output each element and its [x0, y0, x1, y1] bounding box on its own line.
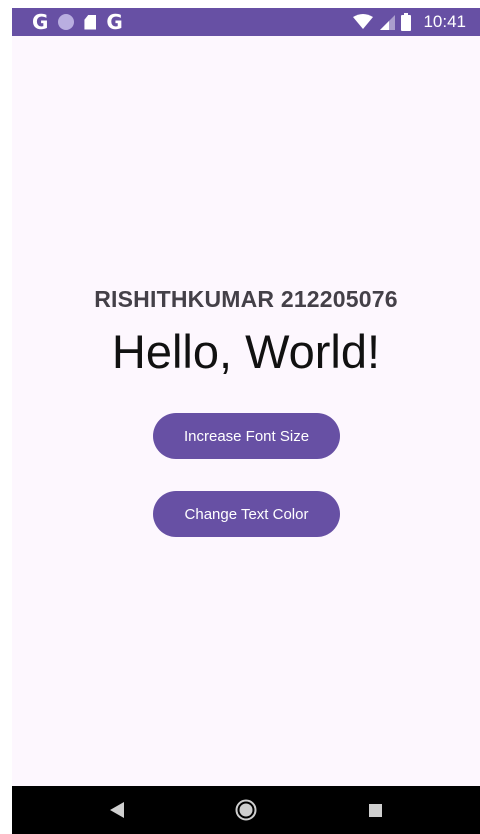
- hello-text: Hello, World!: [111, 325, 381, 378]
- battery-icon: [401, 13, 412, 31]
- circle-icon: [58, 14, 75, 30]
- main-content: RISHITHKUMAR 212205076 Hello, World! Inc…: [12, 36, 480, 786]
- signal-icon: [380, 15, 396, 30]
- change-text-color-button[interactable]: Change Text Color: [153, 491, 340, 537]
- recents-icon[interactable]: [369, 804, 382, 817]
- status-clock: 10:41: [423, 12, 466, 31]
- status-bar: G G 10:41: [12, 8, 480, 36]
- wifi-icon: [353, 14, 374, 29]
- name-label: RISHITHKUMAR 212205076: [94, 286, 398, 312]
- increase-font-size-button[interactable]: Increase Font Size: [153, 413, 340, 459]
- sd-card-icon: [84, 14, 97, 30]
- google-icon: G: [32, 10, 49, 34]
- navigation-bar: [12, 786, 480, 834]
- back-icon[interactable]: [110, 802, 124, 818]
- status-system-icons: 10:41: [353, 8, 466, 36]
- home-icon[interactable]: [235, 799, 257, 821]
- status-notification-icons: G G: [32, 8, 123, 36]
- google-icon: G: [106, 10, 123, 34]
- app-screen: G G 10:41 RISHITHKUMAR 212205076 Hello, …: [12, 8, 480, 834]
